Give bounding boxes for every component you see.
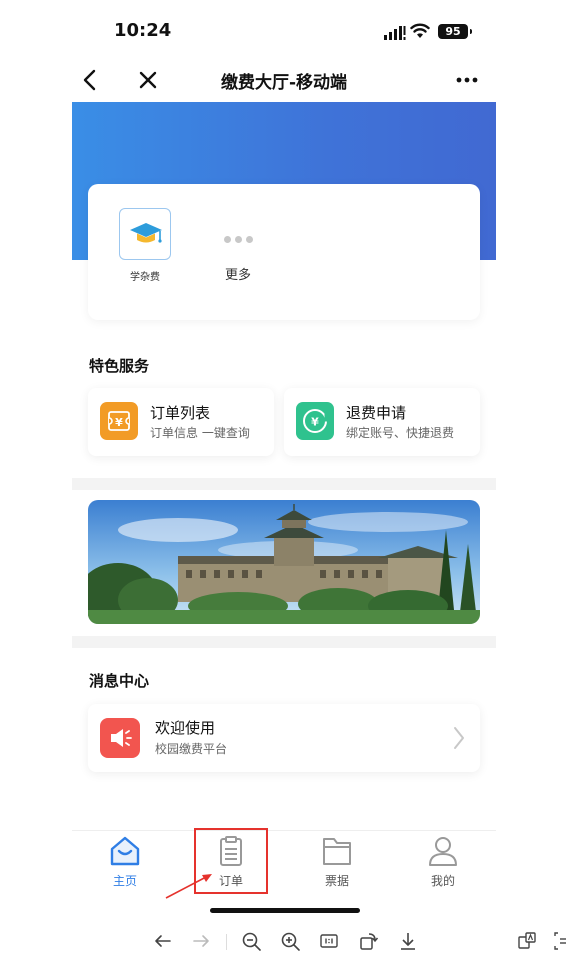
home-icon	[110, 836, 140, 866]
rotate-icon[interactable]	[357, 930, 379, 952]
home-indicator	[210, 908, 360, 913]
section-divider-2	[72, 636, 496, 648]
campus-photo-banner[interactable]	[88, 500, 480, 624]
app-tuition-fee[interactable]: 学杂费	[118, 208, 172, 283]
chevron-right-icon	[454, 727, 464, 749]
zoom-in-icon[interactable]	[279, 930, 301, 952]
service-refund-request[interactable]: ¥ 退费申请 绑定账号、快捷退费	[284, 388, 480, 456]
graduation-cap-icon	[130, 223, 162, 243]
svg-text:¥: ¥	[311, 416, 319, 429]
tab-home[interactable]: 主页	[90, 835, 160, 889]
message-subtitle: 校园缴费平台	[155, 742, 228, 756]
service-order-list-subtitle: 订单信息 一键查询	[150, 426, 250, 440]
tab-mine[interactable]: 我的	[408, 835, 478, 889]
featured-services-title: 特色服务	[89, 357, 150, 375]
zoom-out-icon[interactable]	[240, 930, 262, 952]
status-bar: 10:24 95	[0, 0, 568, 60]
viewer-toolbar	[0, 926, 568, 957]
page-title: 缴费大厅-移动端	[220, 73, 348, 93]
svg-text:¥: ¥	[115, 416, 123, 429]
refund-yen-icon: ¥	[296, 402, 334, 440]
tab-receipt[interactable]: 票据	[302, 835, 372, 889]
service-order-list-title: 订单列表	[150, 404, 211, 422]
service-refund-title: 退费申请	[346, 404, 407, 422]
download-icon[interactable]	[397, 930, 419, 952]
folder-icon	[323, 838, 351, 865]
app-grid-card: 学杂费 更多	[88, 184, 480, 320]
person-icon	[429, 837, 457, 866]
app-more-label: 更多	[224, 268, 251, 283]
tab-home-label: 主页	[112, 874, 137, 888]
signal-icon	[384, 26, 406, 40]
more-dots-icon	[212, 218, 264, 260]
battery-indicator: 95	[438, 24, 472, 39]
ticket-yen-icon: ¥	[100, 402, 138, 440]
tab-order-label: 订单	[218, 874, 243, 888]
arrow-left-icon[interactable]	[152, 930, 174, 952]
arrow-right-icon[interactable]	[190, 930, 212, 952]
clipboard-icon	[220, 836, 242, 866]
app-more[interactable]: 更多	[212, 218, 264, 283]
status-time: 10:24	[114, 20, 172, 41]
more-menu-icon[interactable]	[452, 68, 482, 92]
message-title: 欢迎使用	[155, 719, 216, 737]
app-tuition-tile	[119, 208, 171, 260]
tab-order[interactable]: 订单	[196, 835, 266, 889]
message-item[interactable]: 欢迎使用 校园缴费平台	[88, 704, 480, 772]
section-divider	[72, 478, 496, 490]
wifi-icon	[410, 23, 430, 38]
megaphone-icon	[100, 718, 140, 758]
nav-bar: 缴费大厅-移动端	[72, 60, 496, 100]
toolbar-separator	[226, 934, 227, 950]
bottom-tab-bar: 主页 订单 票据 我的	[72, 830, 496, 890]
service-refund-subtitle: 绑定账号、快捷退费	[346, 426, 455, 440]
tab-receipt-label: 票据	[324, 874, 349, 888]
service-order-list[interactable]: ¥ 订单列表 订单信息 一键查询	[88, 388, 274, 456]
message-center-title: 消息中心	[89, 672, 150, 690]
text-recognition-icon[interactable]	[552, 930, 568, 952]
app-tuition-label: 学杂费	[130, 272, 160, 283]
translate-icon[interactable]	[516, 930, 538, 952]
tab-mine-label: 我的	[430, 874, 455, 888]
actual-size-icon[interactable]	[318, 930, 340, 952]
